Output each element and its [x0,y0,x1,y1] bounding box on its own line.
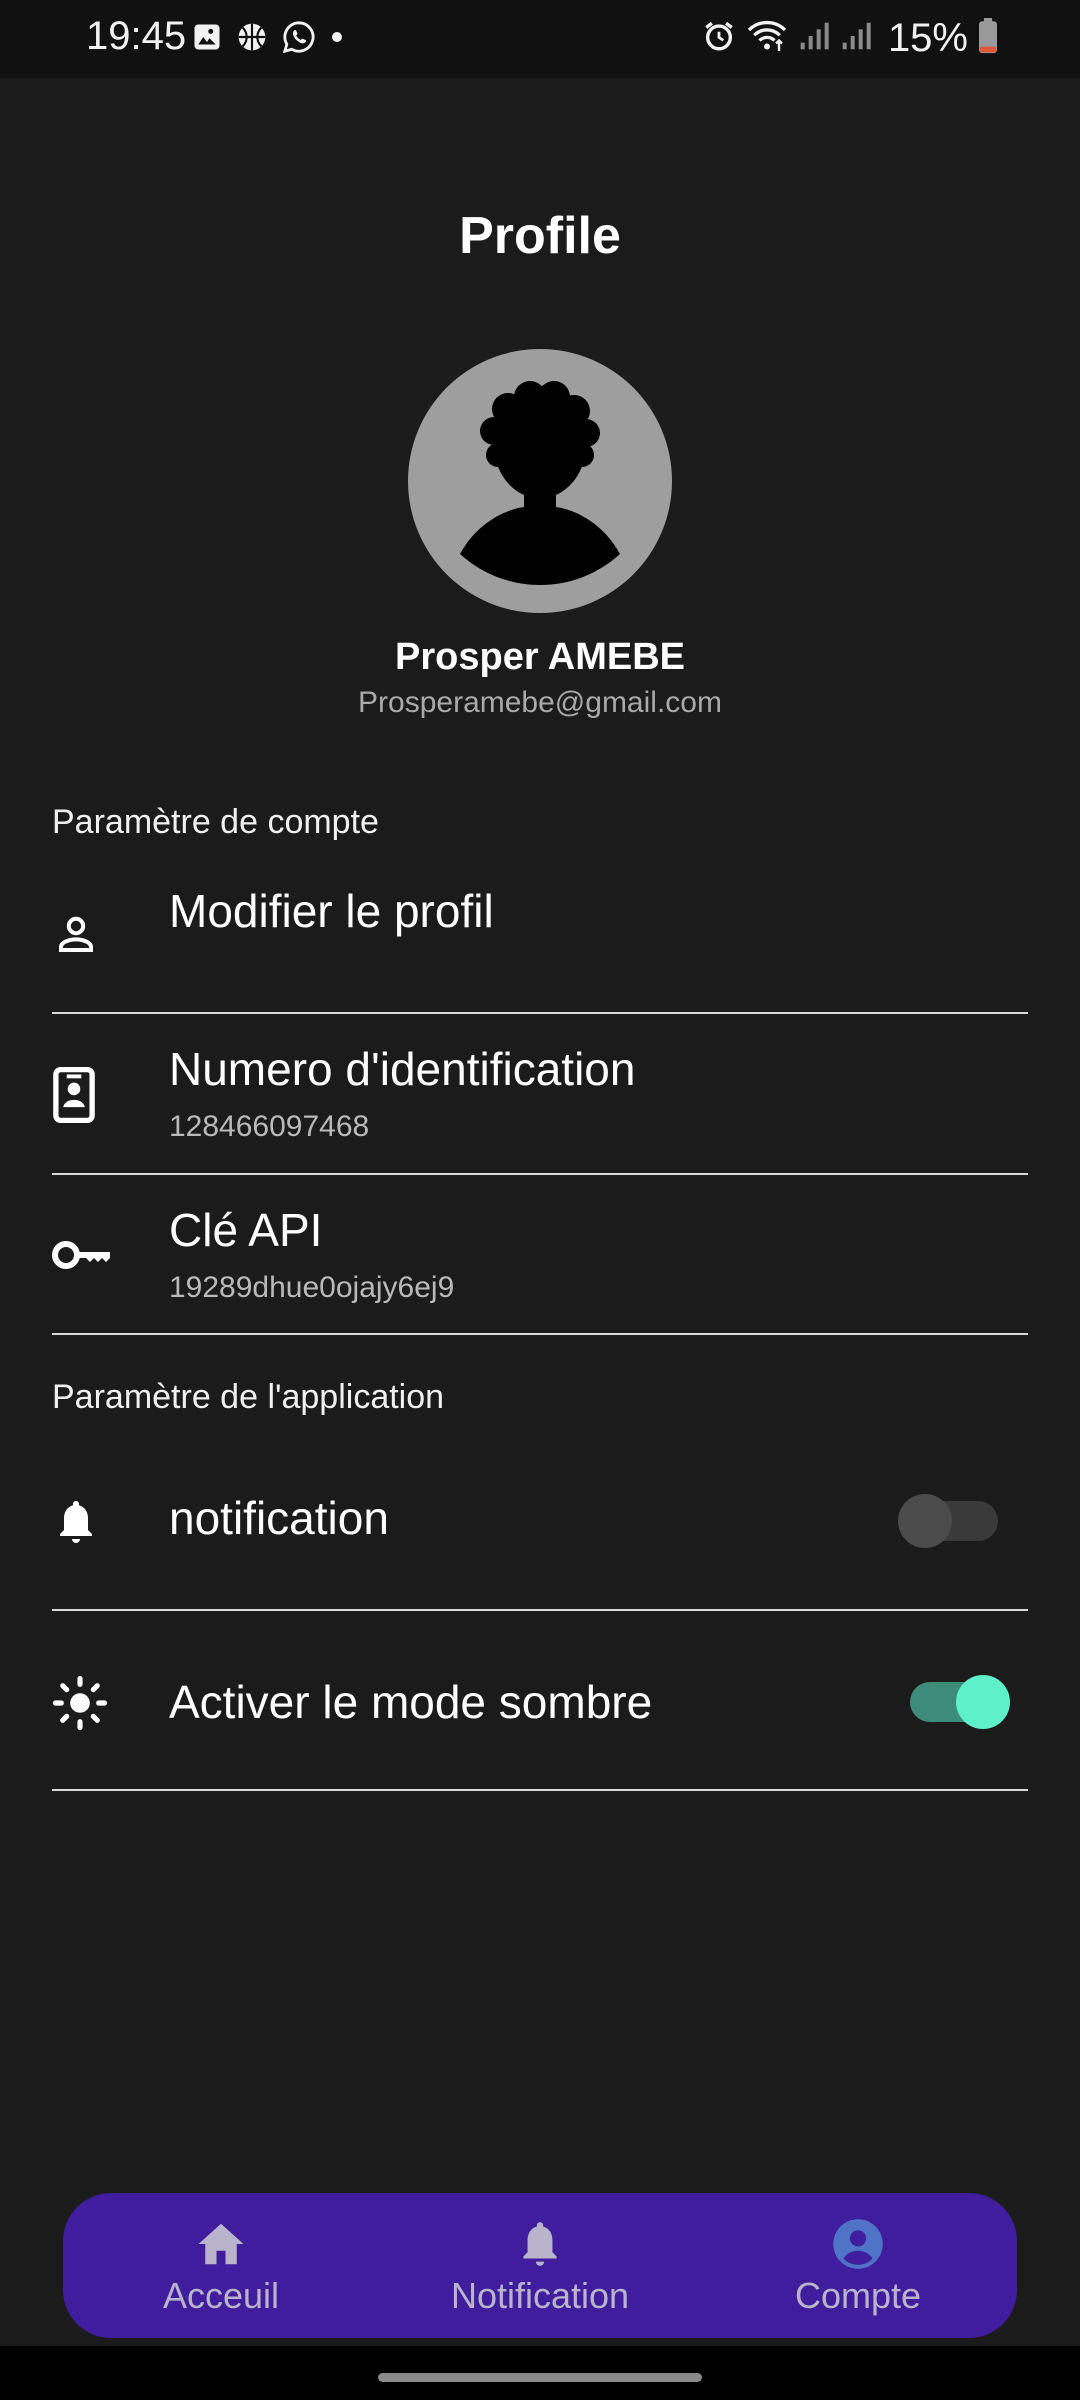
home-icon [198,2223,244,2265]
status-time: 19:45 [86,14,187,58]
dark-mode-label: Activer le mode sombre [169,1676,653,1728]
nav-label-compte: Compte [794,2275,922,2316]
edit-profile-row[interactable]: Modifier le profil [52,860,1028,1012]
notification-label: notification [169,1492,389,1544]
divider [52,1789,1028,1791]
signal-icon [840,20,872,57]
account-section-label: Paramètre de compte [52,803,379,841]
gallery-icon [192,22,222,52]
battery-percent: 15% [887,16,968,60]
divider [52,1333,1028,1335]
signal-icon [798,20,830,57]
nav-item-compte[interactable]: Compte [728,2217,988,2317]
dot-icon [330,30,344,44]
basketball-icon [236,21,268,53]
id-number-label: Numero d'identification [169,1043,636,1095]
edit-profile-label: Modifier le profil [169,885,494,937]
wifi-icon [746,19,788,58]
bell-icon [523,2222,557,2266]
system-icons: 15% [702,16,998,61]
nav-item-acceuil[interactable]: Acceuil [91,2217,351,2317]
home-gesture-handle[interactable] [378,2373,702,2382]
app-section-label: Paramètre de l'application [52,1378,445,1416]
dark-mode-row: Activer le mode sombre [52,1611,1028,1789]
bell-icon [52,1495,100,1554]
id-badge-icon [52,1066,96,1129]
dark-mode-toggle[interactable] [910,1675,1010,1729]
id-number-row[interactable]: Numero d'identification 128466097468 [52,1014,1028,1172]
notification-icons [192,20,344,54]
person-silhouette-icon [460,381,620,585]
nav-item-notification[interactable]: Notification [410,2217,670,2317]
nav-label-notification: Notification [450,2275,630,2316]
account-circle-icon [833,2219,883,2269]
user-email: Prosperamebe@gmail.com [358,686,722,719]
alarm-icon [702,19,736,58]
toggle-knob [898,1494,952,1548]
sun-icon [52,1675,108,1736]
nav-label-acceuil: Acceuil [162,2275,280,2316]
api-key-row[interactable]: Clé API 19289dhue0ojajy6ej9 [52,1175,1028,1333]
avatar[interactable] [408,349,672,613]
user-name: Prosper AMEBE [395,636,685,678]
api-key-value: 19289dhue0ojajy6ej9 [169,1271,455,1304]
notification-row: notification [52,1435,1028,1611]
whatsapp-icon [282,20,316,54]
api-key-label: Clé API [169,1204,323,1256]
bottom-navigation: Acceuil Notification Compte [63,2193,1017,2338]
toggle-knob [956,1675,1010,1729]
gesture-bar [0,2346,1080,2400]
id-number-value: 128466097468 [169,1110,370,1143]
person-outline-icon [52,910,100,963]
status-bar: 19:45 15% [0,0,1080,78]
key-icon [52,1237,112,1278]
battery-icon [978,18,998,59]
page-title: Profile [459,207,621,265]
notification-toggle[interactable] [898,1494,998,1548]
